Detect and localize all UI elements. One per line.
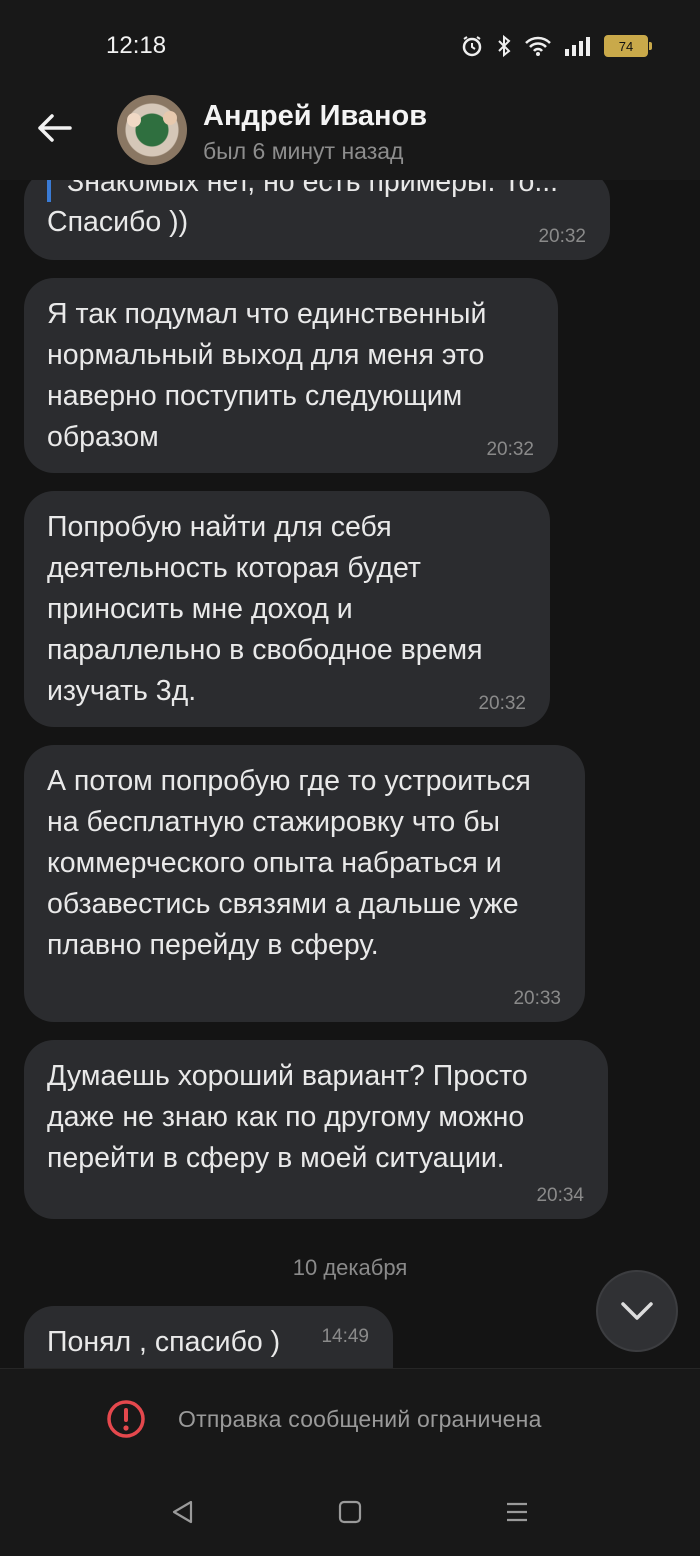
message-bubble[interactable]: Попробую найти для себя деятельность кот… <box>24 491 550 727</box>
message-bubble[interactable]: Думаешь хороший вариант? Просто даже не … <box>24 1040 608 1219</box>
avatar[interactable] <box>117 95 187 165</box>
message-time: 20:32 <box>486 439 534 460</box>
message-time: 14:49 <box>321 1326 369 1347</box>
avatar-face <box>127 113 141 127</box>
message-time: 20:34 <box>536 1185 584 1206</box>
nav-recents-button[interactable] <box>497 1496 537 1528</box>
contact-name[interactable]: Андрей Иванов <box>203 100 427 133</box>
restriction-text: Отправка сообщений ограничена <box>178 1406 542 1432</box>
nav-back-button[interactable] <box>163 1496 203 1528</box>
chat-header: Андрей Иванов был 6 минут назад <box>0 90 700 180</box>
bluetooth-icon <box>498 34 511 58</box>
alarm-icon <box>462 36 482 57</box>
wifi-icon <box>525 36 551 56</box>
avatar-face <box>163 111 177 125</box>
message-bubble[interactable]: Понял , спасибо ) 14:49 <box>24 1306 393 1368</box>
status-time: 12:18 <box>106 32 167 59</box>
message-text: Я так подумал что единственный нормальны… <box>47 298 487 453</box>
quote-text: Знакомых нет, но есть примеры. То... <box>67 180 559 198</box>
date-separator: 10 декабря <box>292 1255 408 1280</box>
nav-home-button[interactable] <box>330 1496 370 1528</box>
reply-quote[interactable]: Знакомых нет, но есть примеры. То... <box>47 180 586 202</box>
message-text: Попробую найти для себя деятельность кот… <box>47 511 483 707</box>
scroll-down-button[interactable] <box>596 1270 678 1352</box>
battery-indicator: 74 <box>604 35 652 57</box>
message-time: 20:32 <box>538 226 586 247</box>
status-bar: 12:18 74 <box>0 0 700 90</box>
message-text: Спасибо )) <box>47 206 189 238</box>
message-bubble[interactable]: Я так подумал что единственный нормальны… <box>24 278 558 473</box>
message-text: А потом попробую где то устроиться на бе… <box>47 765 531 961</box>
restriction-bar: Отправка сообщений ограничена <box>0 1368 700 1469</box>
back-button[interactable] <box>30 104 78 152</box>
chevron-down-icon <box>621 1302 653 1320</box>
back-triangle-icon <box>172 1500 193 1524</box>
message-bubble[interactable]: Знакомых нет, но есть примеры. То... Спа… <box>24 180 610 260</box>
message-time: 20:33 <box>513 988 561 1009</box>
message-time: 20:32 <box>478 693 526 714</box>
message-bubble[interactable]: А потом попробую где то устроиться на бе… <box>24 745 585 1022</box>
exclamation-circle-icon <box>107 1400 145 1438</box>
message-text: Думаешь хороший вариант? Просто даже не … <box>47 1060 528 1174</box>
home-square-icon <box>338 1500 362 1524</box>
signal-icon <box>565 37 590 56</box>
message-list[interactable]: Знакомых нет, но есть примеры. То... Спа… <box>0 180 700 1368</box>
status-icons: 74 <box>460 32 652 60</box>
contact-status: был 6 минут назад <box>203 138 404 164</box>
menu-lines-icon <box>507 1502 527 1522</box>
system-nav-bar <box>0 1468 700 1556</box>
arrow-left-icon <box>38 114 72 142</box>
